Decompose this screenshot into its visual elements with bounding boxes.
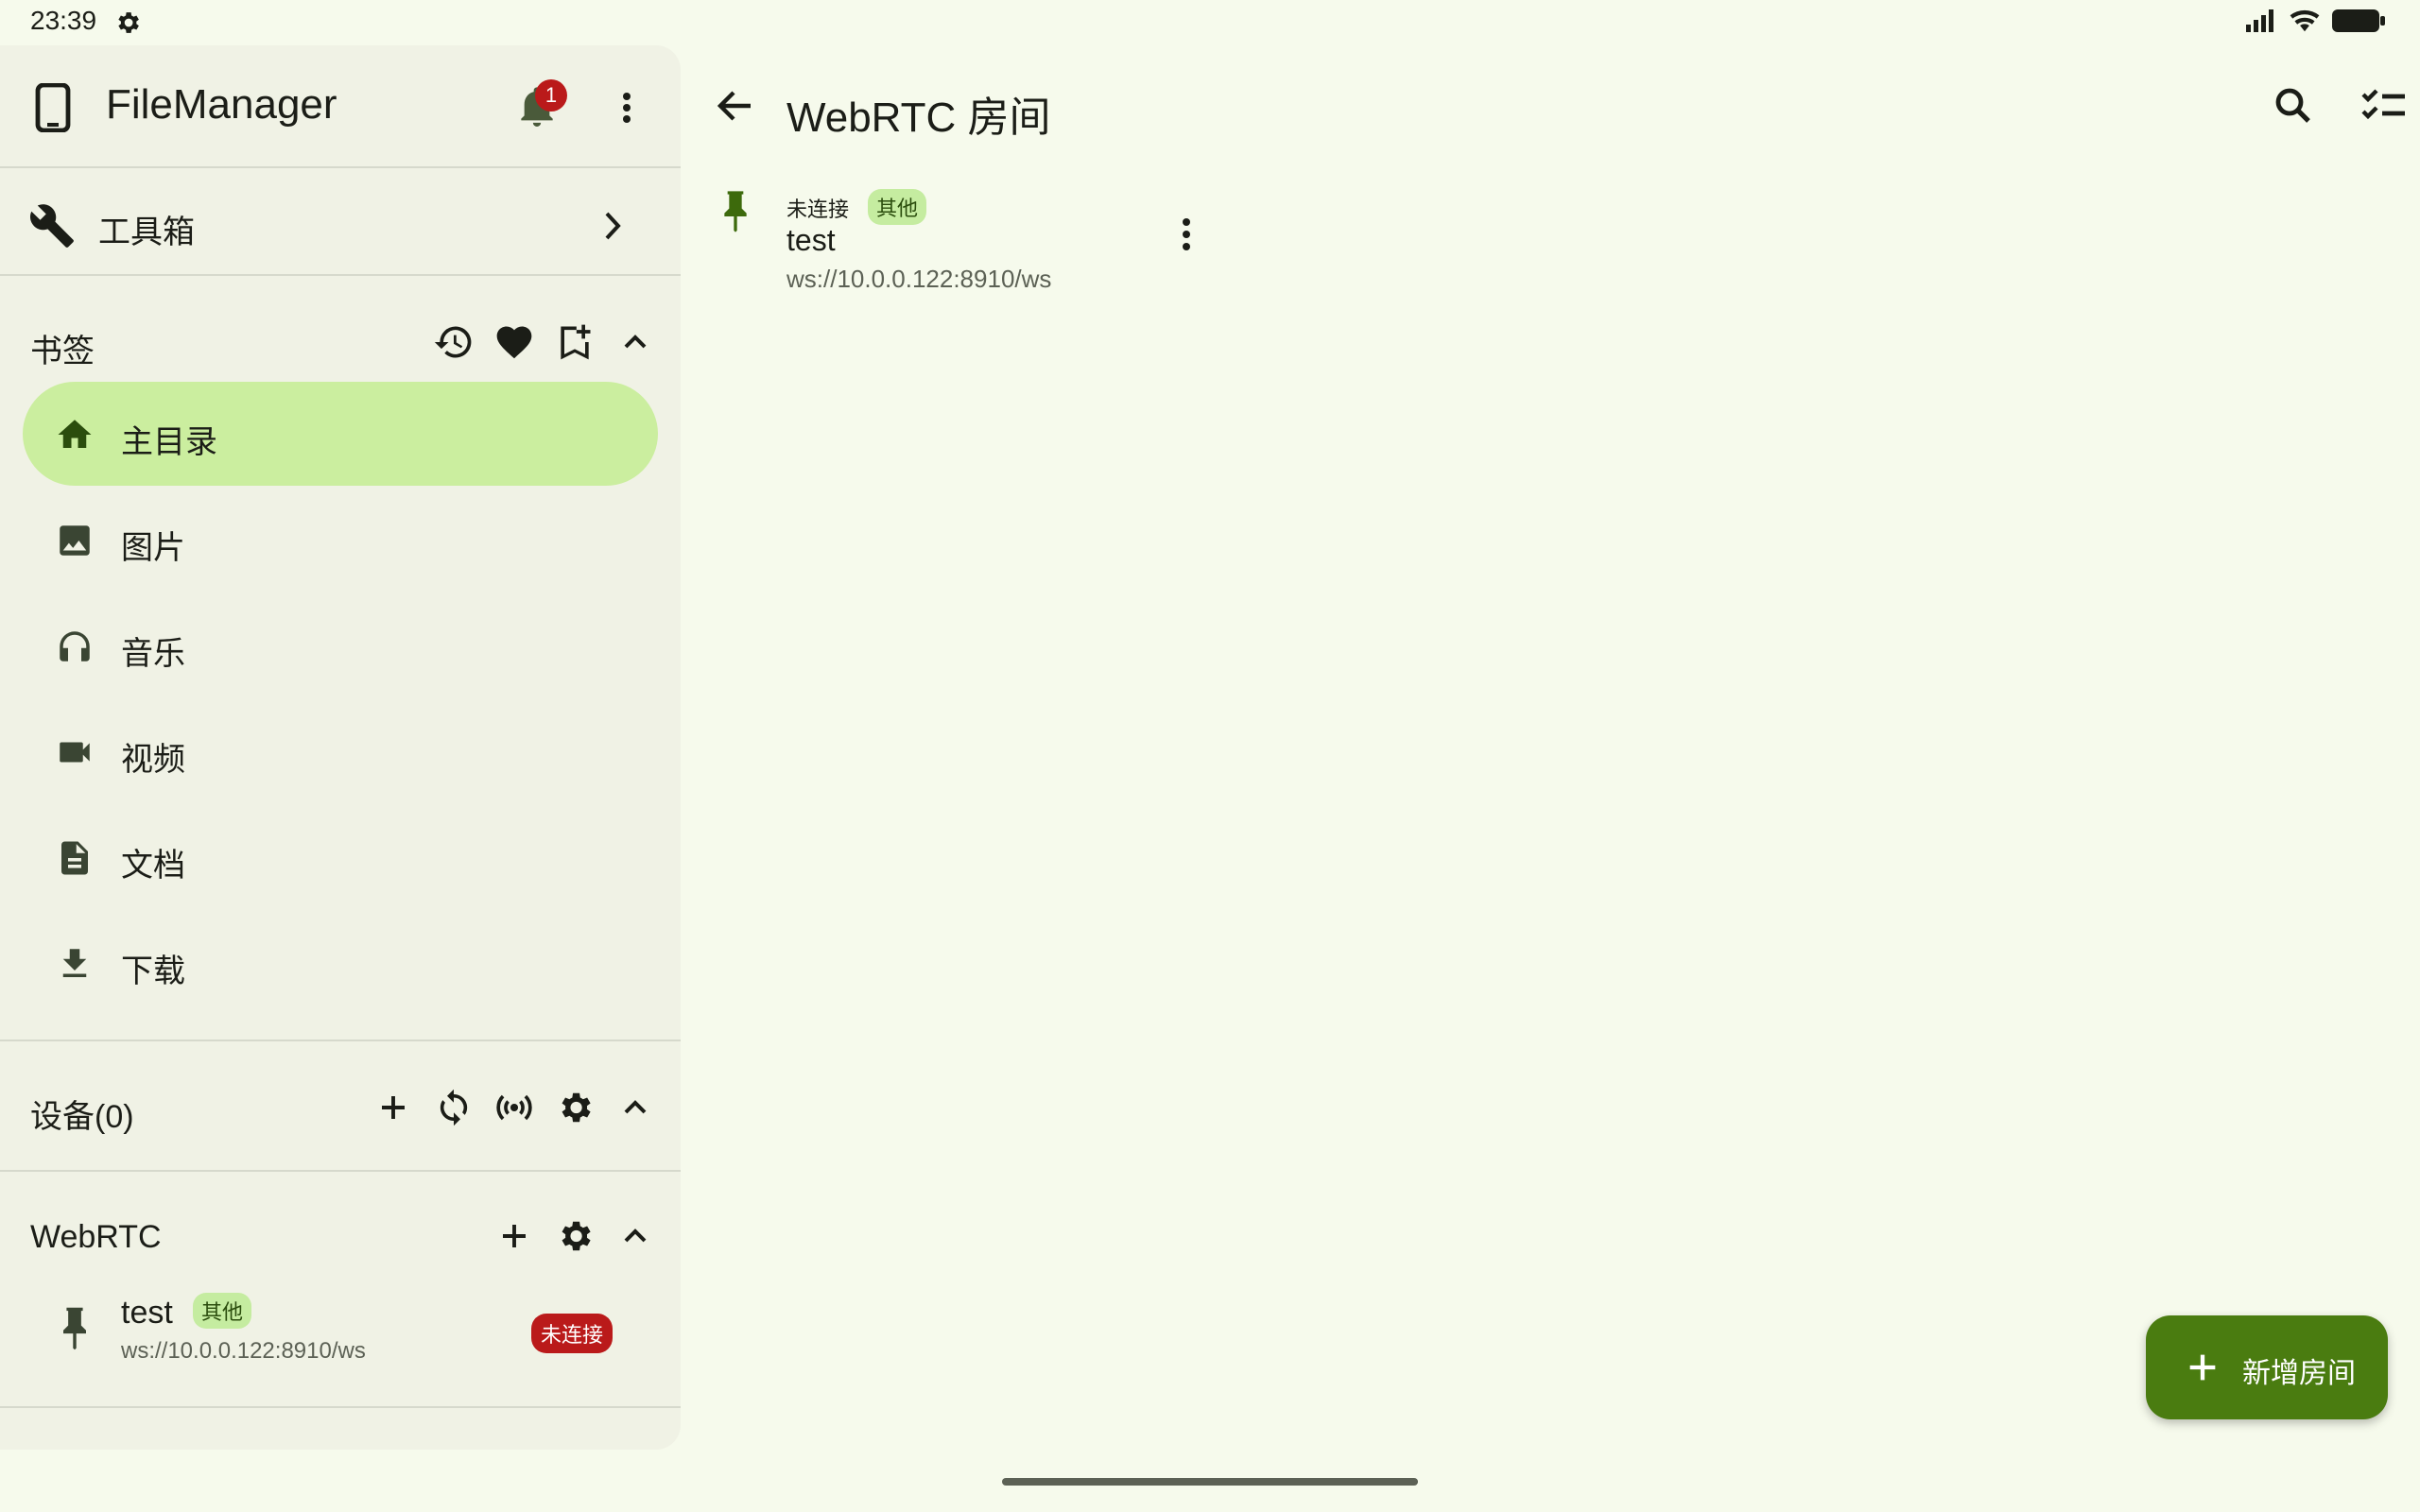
app-title: FileManager [106, 81, 337, 128]
nav-item-music[interactable]: 音乐 [23, 593, 658, 697]
headphones-icon [55, 627, 95, 666]
more-vert-icon[interactable] [613, 89, 641, 127]
add-icon [2184, 1349, 2221, 1386]
gesture-navigation-bar[interactable] [1002, 1478, 1418, 1486]
pin-icon [717, 189, 754, 234]
add-room-label: 新增房间 [2242, 1358, 2356, 1389]
connection-status: 未连接 [786, 198, 850, 221]
bookmarks-label: 书签 [30, 334, 95, 369]
room-name: test [121, 1295, 173, 1331]
history-icon[interactable] [431, 319, 476, 365]
room-url: ws://10.0.0.122:8910/ws [121, 1338, 366, 1364]
notification-badge: 1 [535, 79, 567, 112]
settings-icon[interactable] [552, 1085, 597, 1130]
home-icon [55, 415, 95, 455]
chevron-up-icon[interactable] [613, 319, 658, 365]
page-title: WebRTC 房间 [786, 94, 1051, 141]
nav-item-label: 主目录 [121, 424, 217, 460]
add-room-icon[interactable] [492, 1213, 537, 1259]
nav-item-label: 视频 [121, 742, 185, 778]
videocam-icon [55, 732, 95, 772]
webrtc-room-item[interactable]: test 其他 ws://10.0.0.122:8910/ws 未连接 [0, 1274, 681, 1391]
nav-item-label: 音乐 [121, 636, 185, 672]
signal-icon [2244, 8, 2278, 34]
nav-item-images[interactable]: 图片 [23, 488, 658, 592]
divider [0, 1040, 681, 1041]
wifi-icon [2288, 8, 2322, 34]
back-arrow-icon[interactable] [713, 83, 758, 129]
checklist-icon[interactable] [2360, 83, 2409, 129]
nav-item-label: 文档 [121, 848, 185, 884]
nav-item-label: 下载 [121, 954, 185, 989]
wrench-icon [28, 202, 76, 249]
heart-icon[interactable] [492, 319, 537, 365]
chevron-right-icon [599, 210, 626, 242]
status-bar: 23:39 [0, 0, 2420, 43]
room-tag: 其他 [868, 189, 927, 225]
nav-item-home[interactable]: 主目录 [23, 382, 658, 486]
toolbox-label: 工具箱 [98, 215, 195, 250]
chevron-up-icon[interactable] [613, 1213, 658, 1259]
chevron-up-icon[interactable] [613, 1085, 658, 1130]
broadcast-icon[interactable] [492, 1085, 537, 1130]
nav-item-downloads[interactable]: 下载 [23, 911, 658, 1015]
toolbox-row[interactable]: 工具箱 [0, 168, 681, 276]
webrtc-header: WebRTC [0, 1200, 681, 1276]
status-time: 23:39 [30, 6, 97, 35]
search-icon[interactable] [2271, 83, 2316, 129]
nav-item-documents[interactable]: 文档 [23, 805, 658, 909]
pin-icon [55, 1306, 95, 1351]
settings-icon[interactable] [552, 1213, 597, 1259]
image-icon [55, 521, 95, 560]
bookmarks-header: 书签 [0, 306, 681, 382]
nav-item-videos[interactable]: 视频 [23, 699, 658, 803]
room-card[interactable]: 未连接 其他 test ws://10.0.0.122:8910/ws [703, 180, 1233, 312]
add-device-icon[interactable] [371, 1085, 416, 1130]
room-tag: 其他 [193, 1293, 252, 1329]
room-url: ws://10.0.0.122:8910/ws [786, 265, 1052, 293]
devices-label: 设备(0) [30, 1099, 134, 1135]
devices-header: 设备(0) [0, 1072, 681, 1147]
nav-item-label: 图片 [121, 530, 185, 566]
drawer-header: FileManager 1 [0, 45, 681, 166]
room-name: test [786, 223, 836, 257]
document-icon [55, 838, 95, 878]
divider [0, 274, 681, 276]
add-room-button[interactable]: 新增房间 [2146, 1315, 2388, 1419]
sync-icon[interactable] [431, 1085, 476, 1130]
divider [0, 1406, 681, 1408]
download-icon [55, 944, 95, 984]
more-vert-icon[interactable] [1172, 214, 1201, 255]
phone-icon [34, 83, 72, 132]
webrtc-label: WebRTC [30, 1219, 162, 1255]
navigation-drawer: FileManager 1 工具箱 书签 主目录 图片 音乐 视频 文档 下载 … [0, 45, 681, 1450]
divider [0, 1170, 681, 1172]
battery-icon [2331, 8, 2386, 34]
status-badge: 未连接 [531, 1314, 614, 1353]
settings-icon [113, 9, 142, 37]
bookmark-add-icon[interactable] [552, 319, 597, 365]
top-app-bar: WebRTC 房间 [681, 45, 2420, 170]
